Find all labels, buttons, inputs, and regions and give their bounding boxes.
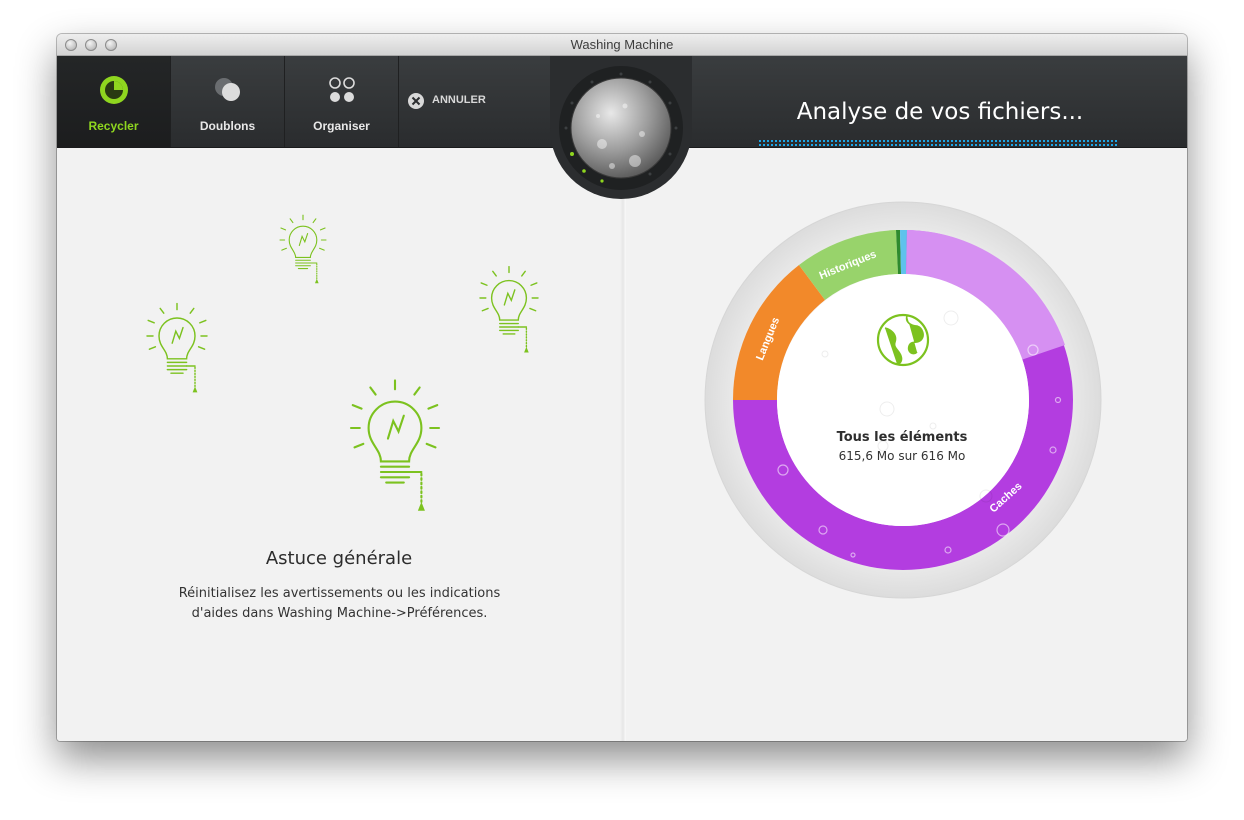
tab-recycler[interactable]: Recycler	[57, 56, 171, 147]
tip-text-line: d'aides dans Washing Machine->Préférence…	[191, 606, 488, 621]
tip-text: Réinitialisez les avertissements ou les …	[147, 584, 532, 624]
duplicates-icon	[215, 78, 240, 101]
tab-organiser[interactable]: Organiser	[285, 56, 399, 147]
knob-icon	[550, 56, 692, 199]
app-window: Washing Machine Recycler Doublons Organi…	[57, 34, 1187, 741]
storage-ring-chart: Caches Langues Historiques	[704, 201, 1102, 599]
summary-title: Tous les éléments	[836, 430, 968, 445]
tab-organiser-label: Organiser	[313, 119, 370, 133]
ring-center	[777, 274, 1029, 526]
status-title: Analyse de vos fichiers...	[796, 99, 1084, 125]
main-content: Astuce générale Réinitialisez les averti…	[57, 148, 1187, 741]
tab-doublons[interactable]: Doublons	[171, 56, 285, 147]
pane-divider	[620, 148, 626, 741]
segment-other	[900, 229, 907, 274]
wash-knob[interactable]	[550, 56, 692, 199]
lightbulb-icon	[349, 379, 441, 512]
cancel-label: ANNULER	[432, 94, 486, 106]
tip-text-line: Réinitialisez les avertissements ou les …	[178, 586, 501, 601]
lightbulbs-illustration	[146, 214, 539, 512]
lightbulb-icon	[146, 302, 208, 394]
organize-icon	[329, 77, 355, 102]
summary-subtitle: 615,6 Mo sur 616 Mo	[838, 449, 966, 463]
recycle-icon	[100, 76, 128, 104]
close-circle-icon	[408, 93, 424, 109]
tab-recycler-label: Recycler	[88, 119, 139, 133]
tip-title: Astuce générale	[265, 548, 413, 569]
tab-doublons-label: Doublons	[199, 119, 256, 133]
title-bar: Washing Machine	[57, 34, 1187, 56]
lightbulb-icon	[479, 265, 539, 354]
window-title: Washing Machine	[570, 37, 674, 52]
lightbulb-icon	[279, 214, 327, 284]
